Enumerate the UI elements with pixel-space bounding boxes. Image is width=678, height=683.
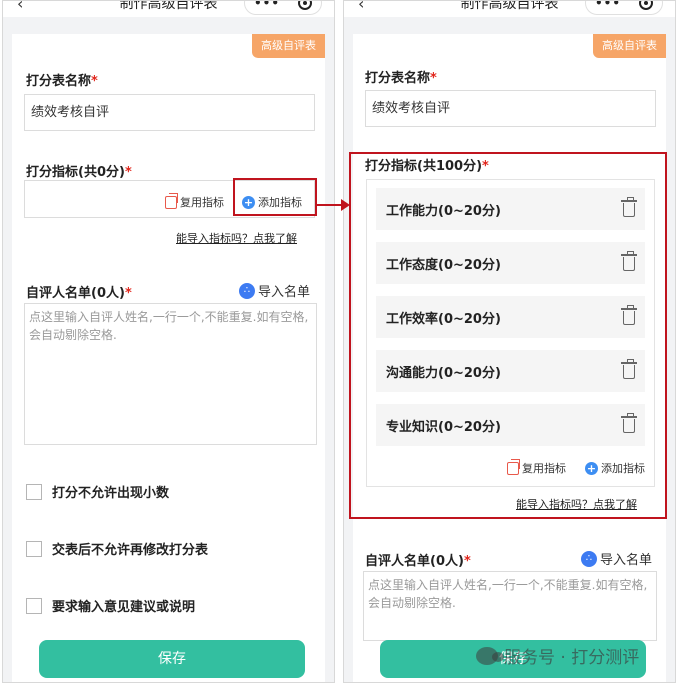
checkbox[interactable] — [26, 483, 42, 500]
import-list-button[interactable]: ∴ 导入名单 — [581, 549, 652, 568]
nav-bar: ‹ 制作高级自评表 ••• — [3, 1, 334, 17]
required-mark: * — [124, 286, 132, 301]
import-list-label: 导入名单 — [258, 285, 311, 300]
close-target-icon[interactable] — [297, 1, 312, 10]
watermark: 服务号 · 打分测评 — [476, 643, 639, 668]
required-mark: * — [91, 74, 98, 89]
option-label: 要求输入意见建议或说明 — [52, 600, 196, 615]
list-label-text: 自评人名单(0人) — [26, 286, 125, 301]
form-type-badge: 高级自评表 — [252, 34, 325, 58]
required-mark: * — [430, 71, 437, 86]
name-list-textarea[interactable]: 点这里输入自评人姓名,一行一个,不能重复.如有空格,会自动剔除空格. — [363, 571, 657, 641]
import-list-label: 导入名单 — [600, 553, 653, 568]
mini-program-capsule[interactable]: ••• — [585, 1, 663, 15]
annotation-highlight-box — [349, 152, 667, 519]
option-label: 交表后不允许再修改打分表 — [52, 543, 209, 558]
reuse-indicator-button[interactable]: 复用指标 — [165, 192, 224, 210]
form-name-input[interactable]: 绩效考核自评 — [365, 90, 656, 127]
more-icon[interactable]: ••• — [595, 1, 621, 9]
nav-bar: ‹ 制作高级自评表 ••• — [344, 1, 675, 17]
import-list-button[interactable]: ∴ 导入名单 — [239, 281, 310, 300]
right-phone-screen: ‹ 制作高级自评表 ••• 高级自评表 打分表名称* 绩效考核自评 打分指标(共… — [343, 0, 676, 683]
option-no-edit-after-submit[interactable]: 交表后不允许再修改打分表 — [26, 539, 208, 558]
import-icon: ∴ — [239, 282, 255, 299]
watermark-text: 服务号 · 打分测评 — [504, 648, 640, 668]
checkbox[interactable] — [26, 540, 42, 557]
form-name-label: 打分表名称* — [365, 67, 437, 86]
form-name-label-text: 打分表名称 — [26, 74, 92, 89]
import-indicator-help-link[interactable]: 能导入指标吗？点我了解 — [176, 230, 297, 246]
indicator-label-text: 打分指标(共0分) — [26, 165, 125, 180]
required-mark: * — [124, 165, 132, 180]
checkbox[interactable] — [26, 597, 42, 614]
form-type-badge: 高级自评表 — [593, 34, 666, 58]
left-phone-screen: ‹ 制作高级自评表 ••• 高级自评表 打分表名称* 绩效考核自评 打分指标(共… — [2, 0, 335, 683]
save-button[interactable]: 保存 — [39, 640, 305, 678]
option-no-decimals[interactable]: 打分不允许出现小数 — [26, 482, 169, 501]
close-target-icon[interactable] — [638, 1, 653, 10]
import-icon: ∴ — [581, 550, 597, 567]
form-card: 高级自评表 打分表名称* 绩效考核自评 打分指标(共0分)* 复用指标 + 添加… — [12, 34, 325, 682]
more-icon[interactable]: ••• — [254, 1, 280, 9]
option-label: 打分不允许出现小数 — [52, 486, 170, 501]
annotation-highlight-add-button — [233, 178, 317, 216]
list-label-text: 自评人名单(0人) — [365, 554, 464, 569]
form-name-input[interactable]: 绩效考核自评 — [24, 94, 315, 131]
name-list-textarea[interactable]: 点这里输入自评人姓名,一行一个,不能重复.如有空格,会自动剔除空格. — [24, 303, 317, 445]
form-name-label-text: 打分表名称 — [365, 71, 431, 86]
reuse-indicator-label: 复用指标 — [180, 196, 224, 209]
required-mark: * — [463, 554, 471, 569]
mini-program-capsule[interactable]: ••• — [244, 1, 322, 15]
list-label: 自评人名单(0人)* — [365, 550, 471, 569]
annotation-arrow-head — [341, 199, 350, 211]
copy-icon — [165, 192, 178, 209]
form-name-label: 打分表名称* — [26, 70, 98, 89]
list-label: 自评人名单(0人)* — [26, 282, 132, 301]
indicator-label: 打分指标(共0分)* — [26, 161, 132, 180]
option-require-comment[interactable]: 要求输入意见建议或说明 — [26, 596, 195, 615]
wechat-icon — [476, 646, 504, 665]
